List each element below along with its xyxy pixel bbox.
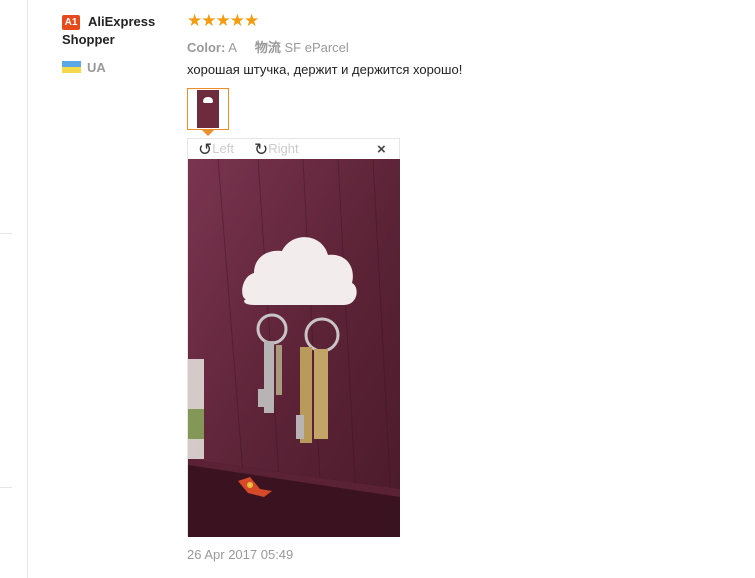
- color-value: A: [228, 40, 237, 55]
- key-holder-photo: [188, 159, 400, 537]
- rotate-right-button[interactable]: ↻Right: [254, 139, 299, 160]
- color-label: Color:: [187, 40, 226, 55]
- star-rating: ★★★★★: [187, 11, 259, 30]
- rotate-left-button[interactable]: ↺Left: [198, 139, 234, 160]
- rotate-left-label: Left: [212, 141, 234, 156]
- thumbnail-pointer-arrow: [201, 129, 215, 136]
- rotate-ccw-icon: ↺: [198, 140, 213, 159]
- review-text: хорошая штучка, держит и держится хорошо…: [187, 62, 463, 77]
- left-sidebar-divider: [0, 0, 28, 578]
- review-photo: [188, 159, 400, 537]
- divider-tick: [0, 487, 12, 488]
- divider-tick: [0, 233, 12, 234]
- rotate-right-label: Right: [268, 141, 299, 156]
- review-photo-thumbnail[interactable]: [187, 88, 229, 130]
- shipping-value: SF eParcel: [284, 40, 349, 55]
- close-viewer-button[interactable]: ×: [377, 142, 386, 158]
- rotate-cw-icon: ↻: [254, 140, 269, 159]
- review-date: 26 Apr 2017 05:49: [187, 547, 294, 562]
- shipping-label: 物流: [254, 40, 281, 55]
- buyer-level-badge: A1: [62, 15, 80, 30]
- review-meta: Color: A 物流 SF eParcel: [187, 37, 349, 56]
- reviewer-country: UA: [87, 60, 106, 75]
- ukraine-flag-icon: [62, 61, 81, 73]
